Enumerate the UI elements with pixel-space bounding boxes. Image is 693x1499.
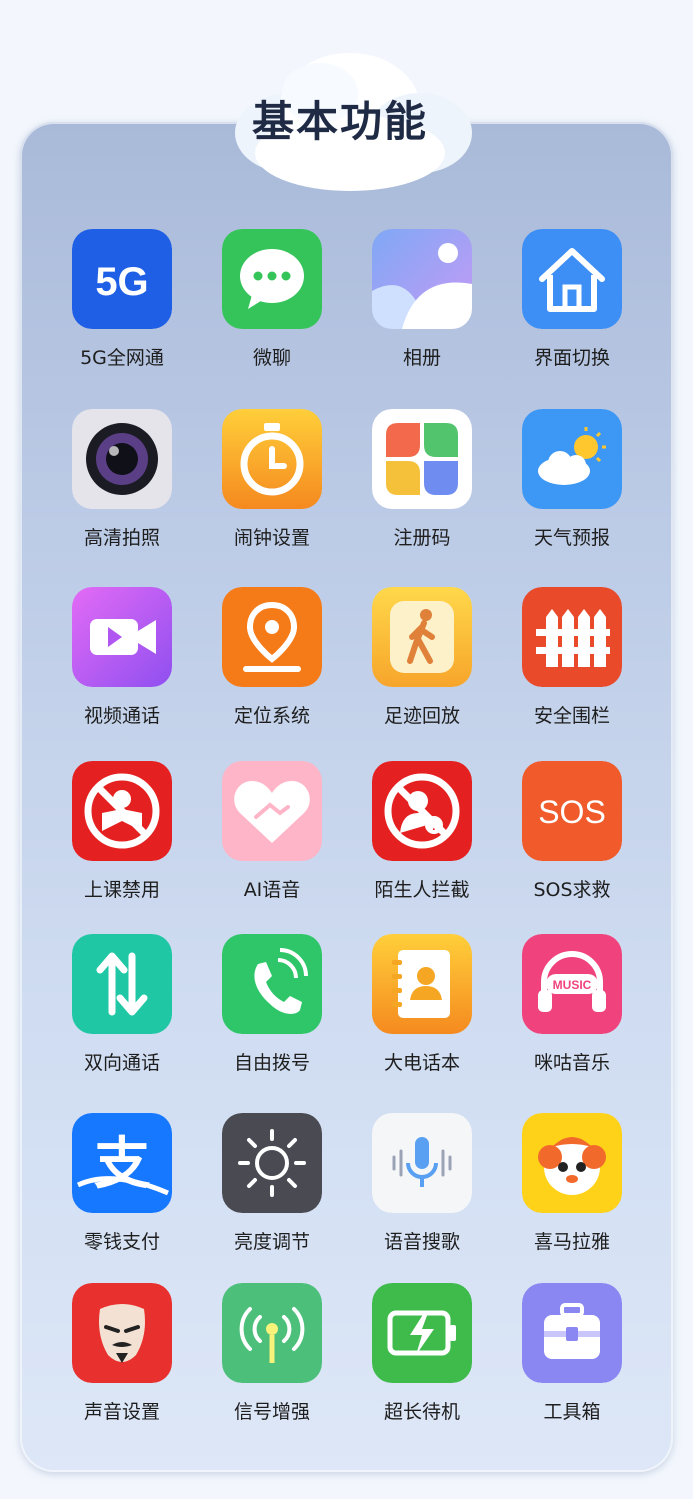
app-label: 安全围栏 (533, 705, 610, 727)
heart-handshake-icon (222, 761, 322, 861)
app-label: 自由拨号 (233, 1052, 310, 1074)
toolbox-icon (522, 1283, 622, 1383)
app-tile-alipay[interactable]: 支零钱支付 (47, 1113, 197, 1273)
home-icon (522, 229, 622, 329)
two-way-arrows-icon (72, 934, 172, 1034)
location-pin-icon (222, 587, 322, 687)
app-grid: 5G 5G全网通 微聊 相册 界面切换高清拍照 闹钟设置 注册码 天气预报视频通话 定位系统 足迹… (0, 0, 693, 1499)
app-tile-contacts-book[interactable]: 大电话本 (347, 934, 497, 1094)
app-tile-stopwatch[interactable]: 闹钟设置 (197, 409, 347, 569)
app-label: 双向通话 (83, 1052, 160, 1074)
app-label: 超长待机 (383, 1401, 460, 1423)
app-tile-battery-charge[interactable]: 超长待机 (347, 1283, 497, 1443)
sos-icon: SOS (522, 761, 622, 861)
app-tile-no-reading[interactable]: 上课禁用 (47, 761, 197, 921)
svg-text:SOS: SOS (538, 794, 606, 830)
brightness-icon (222, 1113, 322, 1213)
weather-icon (522, 409, 622, 509)
battery-charge-icon (372, 1283, 472, 1383)
app-tile-brightness[interactable]: 亮度调节 (197, 1113, 347, 1273)
app-label: 工具箱 (543, 1401, 601, 1423)
app-tile-5g[interactable]: 5G 5G全网通 (47, 229, 197, 389)
app-tile-mask[interactable]: 声音设置 (47, 1283, 197, 1443)
app-tile-walking-person[interactable]: 足迹回放 (347, 587, 497, 747)
app-label: 相册 (402, 347, 441, 369)
no-reading-icon (72, 761, 172, 861)
app-label: 亮度调节 (233, 1231, 310, 1253)
fence-icon (522, 587, 622, 687)
5g-icon: 5G (72, 229, 172, 329)
app-tile-heart-handshake[interactable]: AI语音 (197, 761, 347, 921)
signal-antenna-icon (222, 1283, 322, 1383)
app-label: 大电话本 (383, 1052, 460, 1074)
app-label: 零钱支付 (83, 1231, 160, 1253)
app-label: 闹钟设置 (233, 527, 310, 549)
chat-bubble-icon (222, 229, 322, 329)
microphone-icon (372, 1113, 472, 1213)
video-camera-icon (72, 587, 172, 687)
four-petal-icon (372, 409, 472, 509)
app-label: 高清拍照 (83, 527, 160, 549)
walking-person-icon (372, 587, 472, 687)
app-tile-camera-lens[interactable]: 高清拍照 (47, 409, 197, 569)
app-label: 喜马拉雅 (533, 1231, 610, 1253)
app-tile-microphone[interactable]: 语音搜歌 (347, 1113, 497, 1273)
app-label: 5G全网通 (80, 347, 164, 369)
stopwatch-icon (222, 409, 322, 509)
app-tile-cartoon-mascot[interactable]: 喜马拉雅 (497, 1113, 647, 1273)
svg-text:5G: 5G (95, 260, 148, 304)
block-stranger-icon: ? (372, 761, 472, 861)
contacts-book-icon (372, 934, 472, 1034)
app-tile-gallery[interactable]: 相册 (347, 229, 497, 389)
app-tile-sos[interactable]: SOS SOS求救 (497, 761, 647, 921)
app-tile-weather[interactable]: 天气预报 (497, 409, 647, 569)
app-label: 微聊 (252, 347, 291, 369)
app-tile-four-petal[interactable]: 注册码 (347, 409, 497, 569)
camera-lens-icon (72, 409, 172, 509)
app-label: 陌生人拦截 (374, 879, 470, 901)
app-tile-block-stranger[interactable]: ? 陌生人拦截 (347, 761, 497, 921)
app-label: 语音搜歌 (383, 1231, 460, 1253)
cartoon-mascot-icon (522, 1113, 622, 1213)
app-tile-home[interactable]: 界面切换 (497, 229, 647, 389)
app-tile-video-camera[interactable]: 视频通话 (47, 587, 197, 747)
app-label: 足迹回放 (383, 705, 460, 727)
app-label: AI语音 (243, 879, 301, 901)
app-label: 上课禁用 (83, 879, 160, 901)
app-tile-music-headphones[interactable]: MUSIC 咪咕音乐 (497, 934, 647, 1094)
app-tile-chat-bubble[interactable]: 微聊 (197, 229, 347, 389)
app-tile-location-pin[interactable]: 定位系统 (197, 587, 347, 747)
svg-text:支: 支 (94, 1132, 150, 1197)
app-label: 注册码 (393, 527, 451, 549)
music-headphones-icon: MUSIC (522, 934, 622, 1034)
mask-icon (72, 1283, 172, 1383)
app-label: SOS求救 (533, 879, 611, 901)
app-label: 定位系统 (233, 705, 310, 727)
phone-icon (222, 934, 322, 1034)
app-label: 视频通话 (83, 705, 160, 727)
svg-text:MUSIC: MUSIC (553, 978, 592, 992)
gallery-icon (372, 229, 472, 329)
app-label: 天气预报 (533, 527, 610, 549)
app-label: 咪咕音乐 (533, 1052, 610, 1074)
app-tile-fence[interactable]: 安全围栏 (497, 587, 647, 747)
app-tile-toolbox[interactable]: 工具箱 (497, 1283, 647, 1443)
app-tile-phone[interactable]: 自由拨号 (197, 934, 347, 1094)
app-label: 界面切换 (533, 347, 610, 369)
app-tile-two-way-arrows[interactable]: 双向通话 (47, 934, 197, 1094)
app-label: 信号增强 (233, 1401, 310, 1423)
app-tile-signal-antenna[interactable]: 信号增强 (197, 1283, 347, 1443)
app-label: 声音设置 (83, 1401, 160, 1423)
alipay-icon: 支 (72, 1113, 172, 1213)
